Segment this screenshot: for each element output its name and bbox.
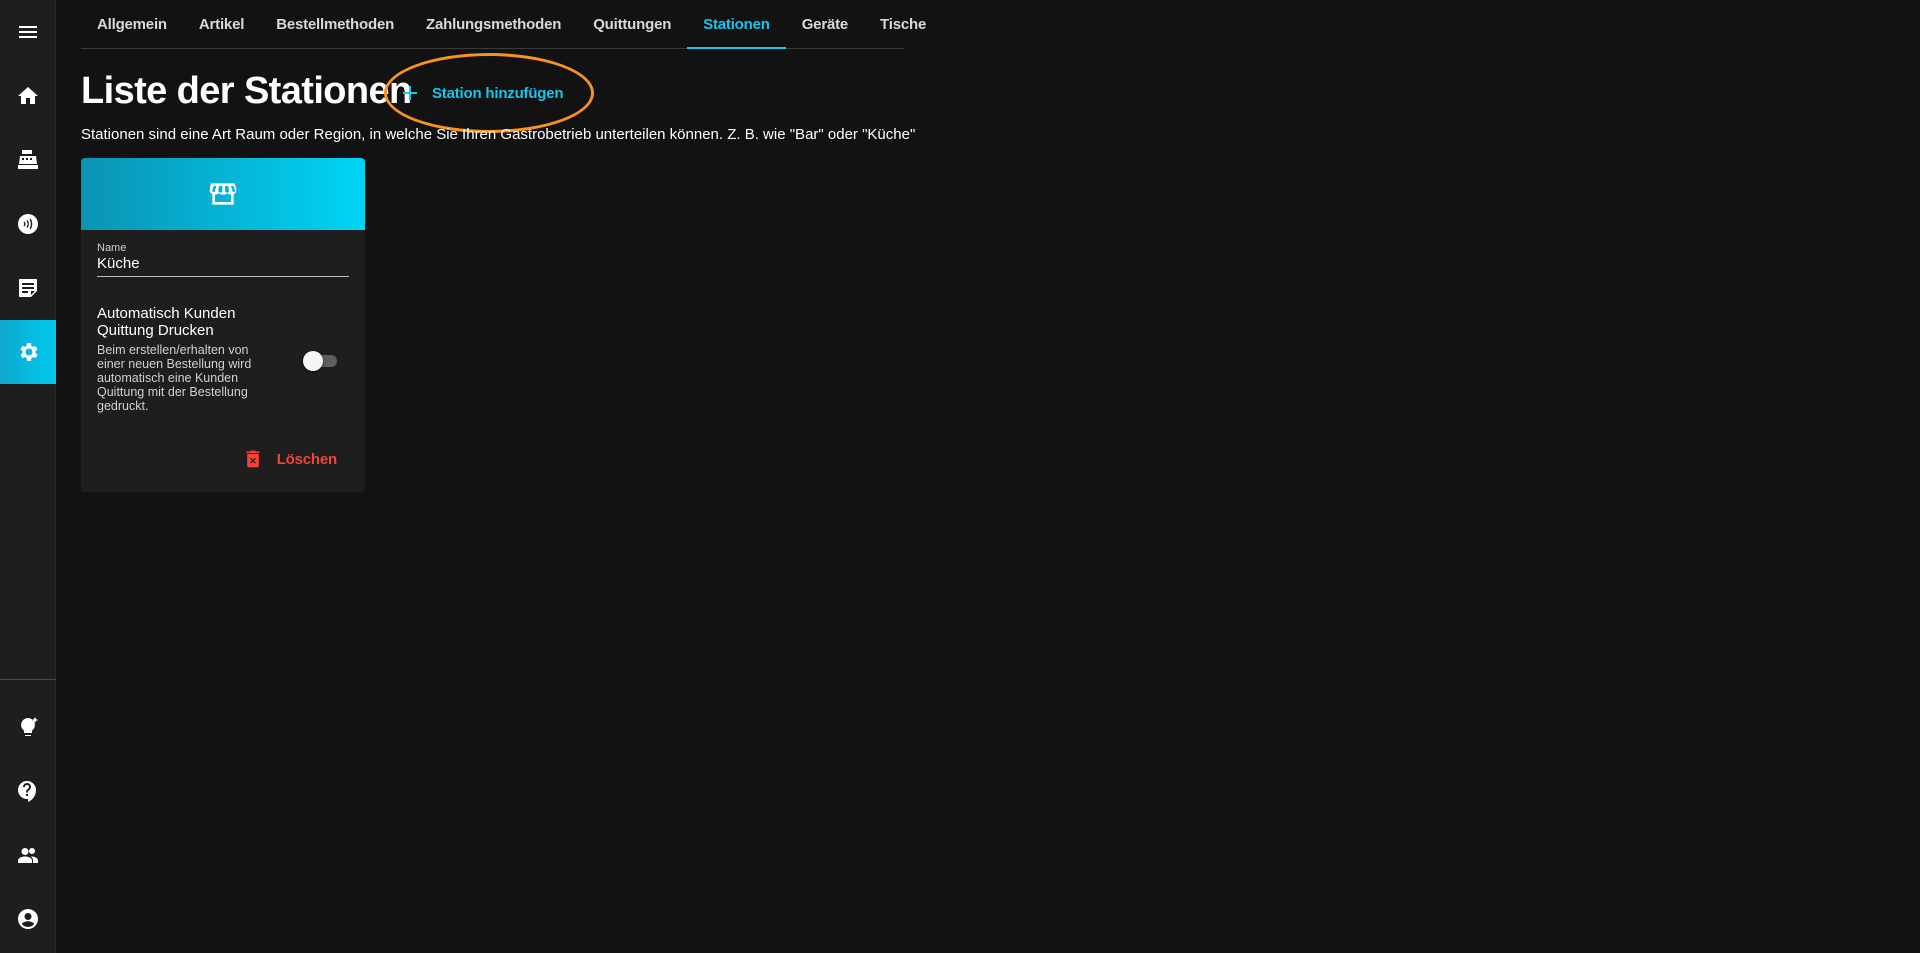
sidebar-item-contactless[interactable]	[0, 192, 56, 256]
account-circle-icon	[18, 909, 38, 929]
sidebar-item-help[interactable]	[0, 759, 56, 823]
station-card-header	[81, 158, 365, 230]
tab-stationen[interactable]: Stationen	[687, 0, 786, 49]
page-description: Stationen sind eine Art Raum oder Region…	[81, 126, 916, 143]
help-icon	[18, 781, 36, 802]
tab-geraete[interactable]: Geräte	[786, 0, 864, 48]
people-icon	[18, 848, 38, 863]
add-station-button[interactable]: Station hinzufügen	[402, 78, 564, 108]
sidebar-item-account[interactable]	[0, 887, 56, 951]
cash-register-icon	[18, 150, 38, 169]
auto-print-toggle[interactable]	[303, 351, 339, 371]
station-name-field[interactable]: Name Küche	[97, 242, 349, 277]
lightbulb-icon	[21, 717, 38, 736]
auto-print-description: Beim erstellen/erhalten von einer neuen …	[97, 343, 252, 413]
menu-button[interactable]	[0, 0, 56, 64]
tab-bestellmethoden[interactable]: Bestellmethoden	[260, 0, 410, 48]
station-name-label: Name	[97, 242, 127, 254]
delete-station-button[interactable]: Löschen	[243, 447, 337, 471]
sidebar-item-home[interactable]	[0, 64, 56, 128]
trash-icon	[246, 450, 260, 468]
main-content: Allgemein Artikel Bestellmethoden Zahlun…	[81, 0, 926, 953]
contactless-icon	[18, 214, 38, 234]
sidebar-divider	[0, 679, 56, 680]
menu-icon	[19, 26, 37, 38]
tab-allgemein[interactable]: Allgemein	[81, 0, 183, 48]
plus-icon	[403, 86, 417, 100]
sidebar-item-users[interactable]	[0, 823, 56, 887]
page-title: Liste der Stationen	[81, 70, 412, 112]
sidebar-item-orders[interactable]	[0, 256, 56, 320]
add-station-label: Station hinzufügen	[432, 84, 564, 102]
toggle-knob	[303, 351, 323, 371]
settings-tabs: Allgemein Artikel Bestellmethoden Zahlun…	[81, 0, 926, 49]
sidebar-item-tips[interactable]	[0, 695, 56, 759]
station-name-input[interactable]: Küche	[97, 255, 349, 277]
storefront-icon	[209, 183, 237, 205]
delete-label: Löschen	[276, 450, 337, 468]
gear-icon	[20, 343, 38, 361]
sidebar-item-settings[interactable]	[0, 320, 56, 384]
sidebar	[0, 0, 56, 953]
station-card: Name Küche Automatisch Kunden Quittung D…	[81, 158, 365, 492]
tab-artikel[interactable]: Artikel	[183, 0, 260, 48]
home-icon	[18, 87, 38, 104]
auto-print-title: Automatisch Kunden Quittung Drucken	[97, 305, 236, 339]
tab-quittungen[interactable]: Quittungen	[577, 0, 687, 48]
order-notes-icon	[19, 279, 37, 297]
tab-zahlungsmethoden[interactable]: Zahlungsmethoden	[410, 0, 577, 48]
sidebar-item-cash-register[interactable]	[0, 128, 56, 192]
tab-tische[interactable]: Tische	[864, 0, 942, 48]
